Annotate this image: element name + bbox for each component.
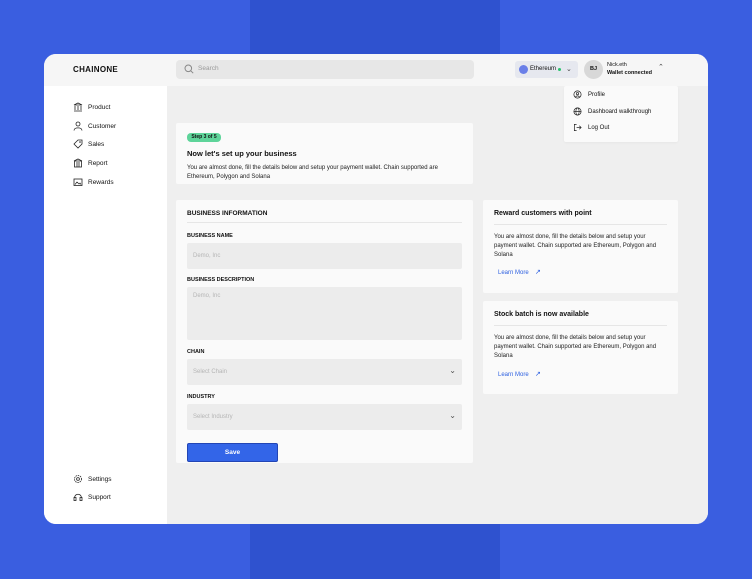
arrow-up-right-icon[interactable]: ↗ [535, 370, 541, 378]
save-button[interactable]: Save [187, 443, 278, 462]
chain-label: CHAIN [187, 349, 205, 355]
divider [494, 224, 667, 225]
learn-more-link[interactable]: Learn More [498, 372, 529, 378]
building-icon [73, 158, 83, 168]
divider [494, 325, 667, 326]
business-description-placeholder: Demo, Inc [193, 293, 221, 299]
card-title: Stock batch is now available [494, 311, 589, 318]
sidebar-item-settings[interactable]: Settings [73, 473, 112, 485]
sidebar-item-rewards[interactable]: Rewards [73, 176, 114, 188]
tag-icon [73, 139, 83, 149]
sidebar-item-report[interactable]: Report [73, 157, 108, 169]
globe-icon [573, 107, 582, 116]
search-input[interactable]: Search [198, 65, 219, 72]
industry-label: INDUSTRY [187, 394, 215, 400]
gear-icon [74, 475, 82, 483]
search-bar[interactable]: Search [176, 60, 474, 79]
menu-item-label: Dashboard walkthrough [588, 108, 652, 115]
sidebar-item-label: Sales [88, 140, 105, 148]
business-form: BUSINESS INFORMATION BUSINESS NAME Demo,… [176, 200, 473, 463]
sidebar-item-label: Rewards [88, 178, 114, 186]
main-content: Step 3 of 5 Now let's set up your busine… [167, 86, 708, 524]
stock-card: Stock batch is now available You are alm… [483, 301, 678, 394]
card-title: Reward customers with point [494, 210, 592, 217]
sidebar-item-product[interactable]: Product [73, 101, 110, 113]
chevron-up-icon[interactable]: ⌃ [658, 63, 664, 71]
user-menu: Profile Dashboard walkthrough Log Out [564, 86, 678, 142]
avatar[interactable]: BJ [584, 60, 603, 79]
business-name-field[interactable]: Demo, Inc [187, 243, 462, 269]
divider [187, 222, 462, 223]
menu-item-profile[interactable]: Profile [573, 90, 605, 99]
wallet-status: Wallet connected [607, 70, 653, 76]
sidebar-item-label: Report [88, 159, 108, 167]
business-description-label: BUSINESS DESCRIPTION [187, 277, 255, 283]
sidebar-item-sales[interactable]: Sales [73, 138, 104, 150]
sidebar-item-label: Customer [88, 122, 117, 130]
bank-icon [73, 102, 83, 112]
card-description: You are almost done, fill the details be… [494, 335, 657, 359]
menu-item-dashboard-walkthrough[interactable]: Dashboard walkthrough [573, 107, 651, 116]
logout-icon [573, 123, 582, 132]
step-title: Now let's set up your business [187, 149, 297, 158]
user-circle-icon [573, 90, 582, 99]
chevron-down-icon: ⌄ [449, 411, 456, 420]
app-window: CHAINONE Search Ethereum ⌄ BJ Nick.eth W… [44, 54, 708, 524]
chain-select[interactable]: Select Chain ⌄ [187, 359, 462, 385]
business-name-label: BUSINESS NAME [187, 233, 233, 239]
menu-item-label: Profile [588, 91, 606, 98]
card-description: You are almost done, fill the details be… [494, 234, 657, 258]
sidebar-item-customer[interactable]: Customer [73, 120, 116, 132]
chain-placeholder: Select Chain [193, 369, 228, 375]
top-bar: CHAINONE Search Ethereum ⌄ BJ Nick.eth W… [44, 54, 708, 86]
industry-select[interactable]: Select Industry ⌄ [187, 404, 462, 430]
sidebar-item-label: Support [88, 493, 111, 501]
menu-item-label: Log Out [588, 124, 610, 131]
network-status-dot [558, 68, 561, 71]
headset-icon [73, 493, 83, 501]
search-icon [184, 64, 194, 74]
sidebar-item-label: Product [88, 103, 111, 111]
chevron-down-icon: ⌄ [449, 366, 456, 375]
step-description: You are almost done, fill the details be… [187, 165, 438, 180]
setup-step-card: Step 3 of 5 Now let's set up your busine… [176, 123, 473, 184]
step-badge: Step 3 of 5 [187, 133, 221, 142]
arrow-up-right-icon[interactable]: ↗ [535, 268, 541, 276]
ethereum-icon [519, 65, 528, 74]
network-selector[interactable]: Ethereum ⌄ [515, 61, 578, 78]
business-description-field[interactable]: Demo, Inc [187, 287, 462, 340]
image-icon [73, 178, 83, 186]
learn-more-link[interactable]: Learn More [498, 270, 529, 276]
business-name-placeholder: Demo, Inc [193, 253, 221, 259]
user-name: Nick.eth [607, 62, 627, 68]
reward-card: Reward customers with point You are almo… [483, 200, 678, 293]
form-heading: BUSINESS INFORMATION [187, 210, 268, 217]
menu-item-logout[interactable]: Log Out [573, 123, 609, 132]
network-label: Ethereum [530, 66, 557, 72]
industry-placeholder: Select Industry [193, 414, 233, 420]
sidebar: Product Customer Sales Report Rewards Se… [44, 86, 167, 524]
user-icon [73, 121, 83, 131]
sidebar-item-support[interactable]: Support [73, 491, 111, 503]
sidebar-item-label: Settings [88, 475, 112, 483]
app-logo[interactable]: CHAINONE [73, 65, 118, 74]
chevron-down-icon: ⌄ [566, 66, 572, 73]
